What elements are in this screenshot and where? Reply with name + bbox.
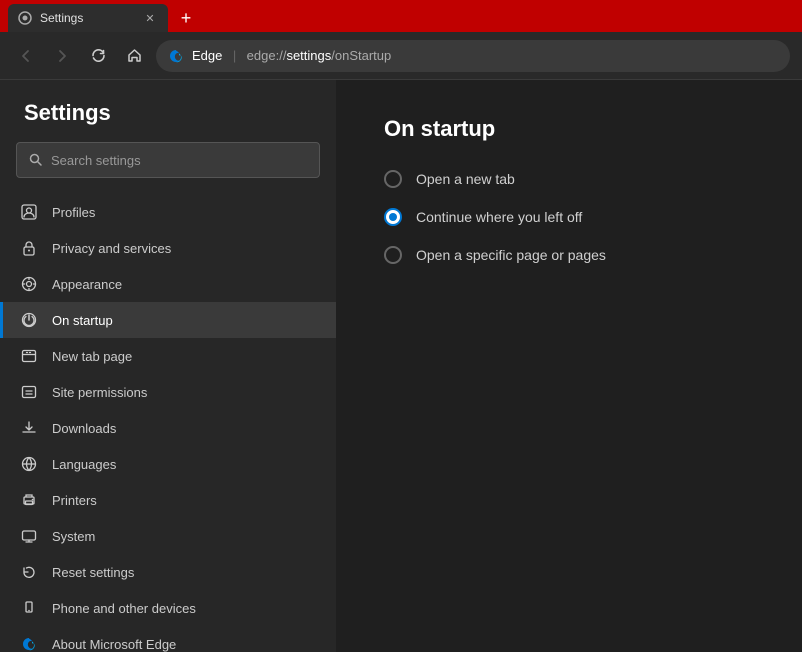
profiles-icon bbox=[20, 203, 38, 221]
address-scheme: edge:// bbox=[247, 48, 287, 63]
radio-specific[interactable] bbox=[384, 246, 402, 264]
sidebar-item-devices-label: Phone and other devices bbox=[52, 601, 196, 616]
radio-new-tab-label: Open a new tab bbox=[416, 171, 515, 187]
sidebar-item-startup[interactable]: On startup bbox=[0, 302, 336, 338]
reload-button[interactable] bbox=[84, 42, 112, 70]
sidebar-item-privacy-label: Privacy and services bbox=[52, 241, 171, 256]
sidebar-item-newtab[interactable]: New tab page bbox=[0, 338, 336, 374]
sidebar-item-permissions[interactable]: Site permissions bbox=[0, 374, 336, 410]
sidebar-item-startup-label: On startup bbox=[52, 313, 113, 328]
option-continue[interactable]: Continue where you left off bbox=[384, 208, 754, 226]
permissions-icon bbox=[20, 383, 38, 401]
address-bar[interactable]: Edge | edge://settings/onStartup bbox=[156, 40, 790, 72]
sidebar-item-reset-label: Reset settings bbox=[52, 565, 134, 580]
reset-icon bbox=[20, 563, 38, 581]
system-icon bbox=[20, 527, 38, 545]
sidebar-item-profiles-label: Profiles bbox=[52, 205, 95, 220]
settings-tab[interactable]: Settings ✕ bbox=[8, 4, 168, 32]
page-title: On startup bbox=[384, 116, 754, 142]
search-icon bbox=[29, 153, 43, 167]
content-area: On startup Open a new tab Continue where… bbox=[336, 80, 802, 652]
sidebar-item-languages-label: Languages bbox=[52, 457, 116, 472]
toolbar: Edge | edge://settings/onStartup bbox=[0, 32, 802, 80]
titlebar: Settings ✕ + bbox=[0, 0, 802, 32]
sidebar-item-downloads[interactable]: Downloads bbox=[0, 410, 336, 446]
sidebar-title: Settings bbox=[0, 100, 336, 142]
tab-favicon-icon bbox=[18, 11, 32, 25]
about-edge-icon bbox=[20, 635, 38, 652]
sidebar-item-system-label: System bbox=[52, 529, 95, 544]
radio-continue[interactable] bbox=[384, 208, 402, 226]
address-separator: | bbox=[233, 48, 236, 63]
option-specific[interactable]: Open a specific page or pages bbox=[384, 246, 754, 264]
address-path-bold: settings bbox=[286, 48, 331, 63]
languages-icon bbox=[20, 455, 38, 473]
sidebar-item-about[interactable]: About Microsoft Edge bbox=[0, 626, 336, 652]
privacy-icon bbox=[20, 239, 38, 257]
option-new-tab[interactable]: Open a new tab bbox=[384, 170, 754, 188]
search-placeholder: Search settings bbox=[51, 153, 141, 168]
downloads-icon bbox=[20, 419, 38, 437]
printers-icon bbox=[20, 491, 38, 509]
sidebar-item-devices[interactable]: Phone and other devices bbox=[0, 590, 336, 626]
sidebar-item-newtab-label: New tab page bbox=[52, 349, 132, 364]
sidebar-item-permissions-label: Site permissions bbox=[52, 385, 147, 400]
address-path: /onStartup bbox=[331, 48, 391, 63]
main-layout: Settings Search settings Profiles bbox=[0, 80, 802, 652]
sidebar-item-system[interactable]: System bbox=[0, 518, 336, 554]
sidebar-item-printers-label: Printers bbox=[52, 493, 97, 508]
back-button[interactable] bbox=[12, 42, 40, 70]
new-tab-button[interactable]: + bbox=[172, 4, 200, 32]
startup-options: Open a new tab Continue where you left o… bbox=[384, 170, 754, 264]
devices-icon bbox=[20, 599, 38, 617]
sidebar-item-printers[interactable]: Printers bbox=[0, 482, 336, 518]
sidebar-item-downloads-label: Downloads bbox=[52, 421, 116, 436]
radio-new-tab[interactable] bbox=[384, 170, 402, 188]
sidebar-item-privacy[interactable]: Privacy and services bbox=[0, 230, 336, 266]
address-text: Edge | edge://settings/onStartup bbox=[192, 47, 391, 65]
titlebar-tabs: Settings ✕ + bbox=[8, 0, 200, 32]
radio-specific-label: Open a specific page or pages bbox=[416, 247, 606, 263]
search-box[interactable]: Search settings bbox=[16, 142, 320, 178]
appearance-icon bbox=[20, 275, 38, 293]
sidebar-item-appearance-label: Appearance bbox=[52, 277, 122, 292]
newtab-icon bbox=[20, 347, 38, 365]
radio-continue-label: Continue where you left off bbox=[416, 209, 582, 225]
sidebar-item-about-label: About Microsoft Edge bbox=[52, 637, 176, 652]
address-browser: Edge bbox=[192, 48, 222, 63]
startup-icon bbox=[20, 311, 38, 329]
home-button[interactable] bbox=[120, 42, 148, 70]
sidebar-item-appearance[interactable]: Appearance bbox=[0, 266, 336, 302]
sidebar-item-languages[interactable]: Languages bbox=[0, 446, 336, 482]
tab-title: Settings bbox=[40, 11, 134, 25]
sidebar: Settings Search settings Profiles bbox=[0, 80, 336, 652]
sidebar-item-reset[interactable]: Reset settings bbox=[0, 554, 336, 590]
sidebar-item-profiles[interactable]: Profiles bbox=[0, 194, 336, 230]
tab-close-button[interactable]: ✕ bbox=[142, 10, 158, 26]
edge-logo-icon bbox=[168, 48, 184, 64]
forward-button[interactable] bbox=[48, 42, 76, 70]
